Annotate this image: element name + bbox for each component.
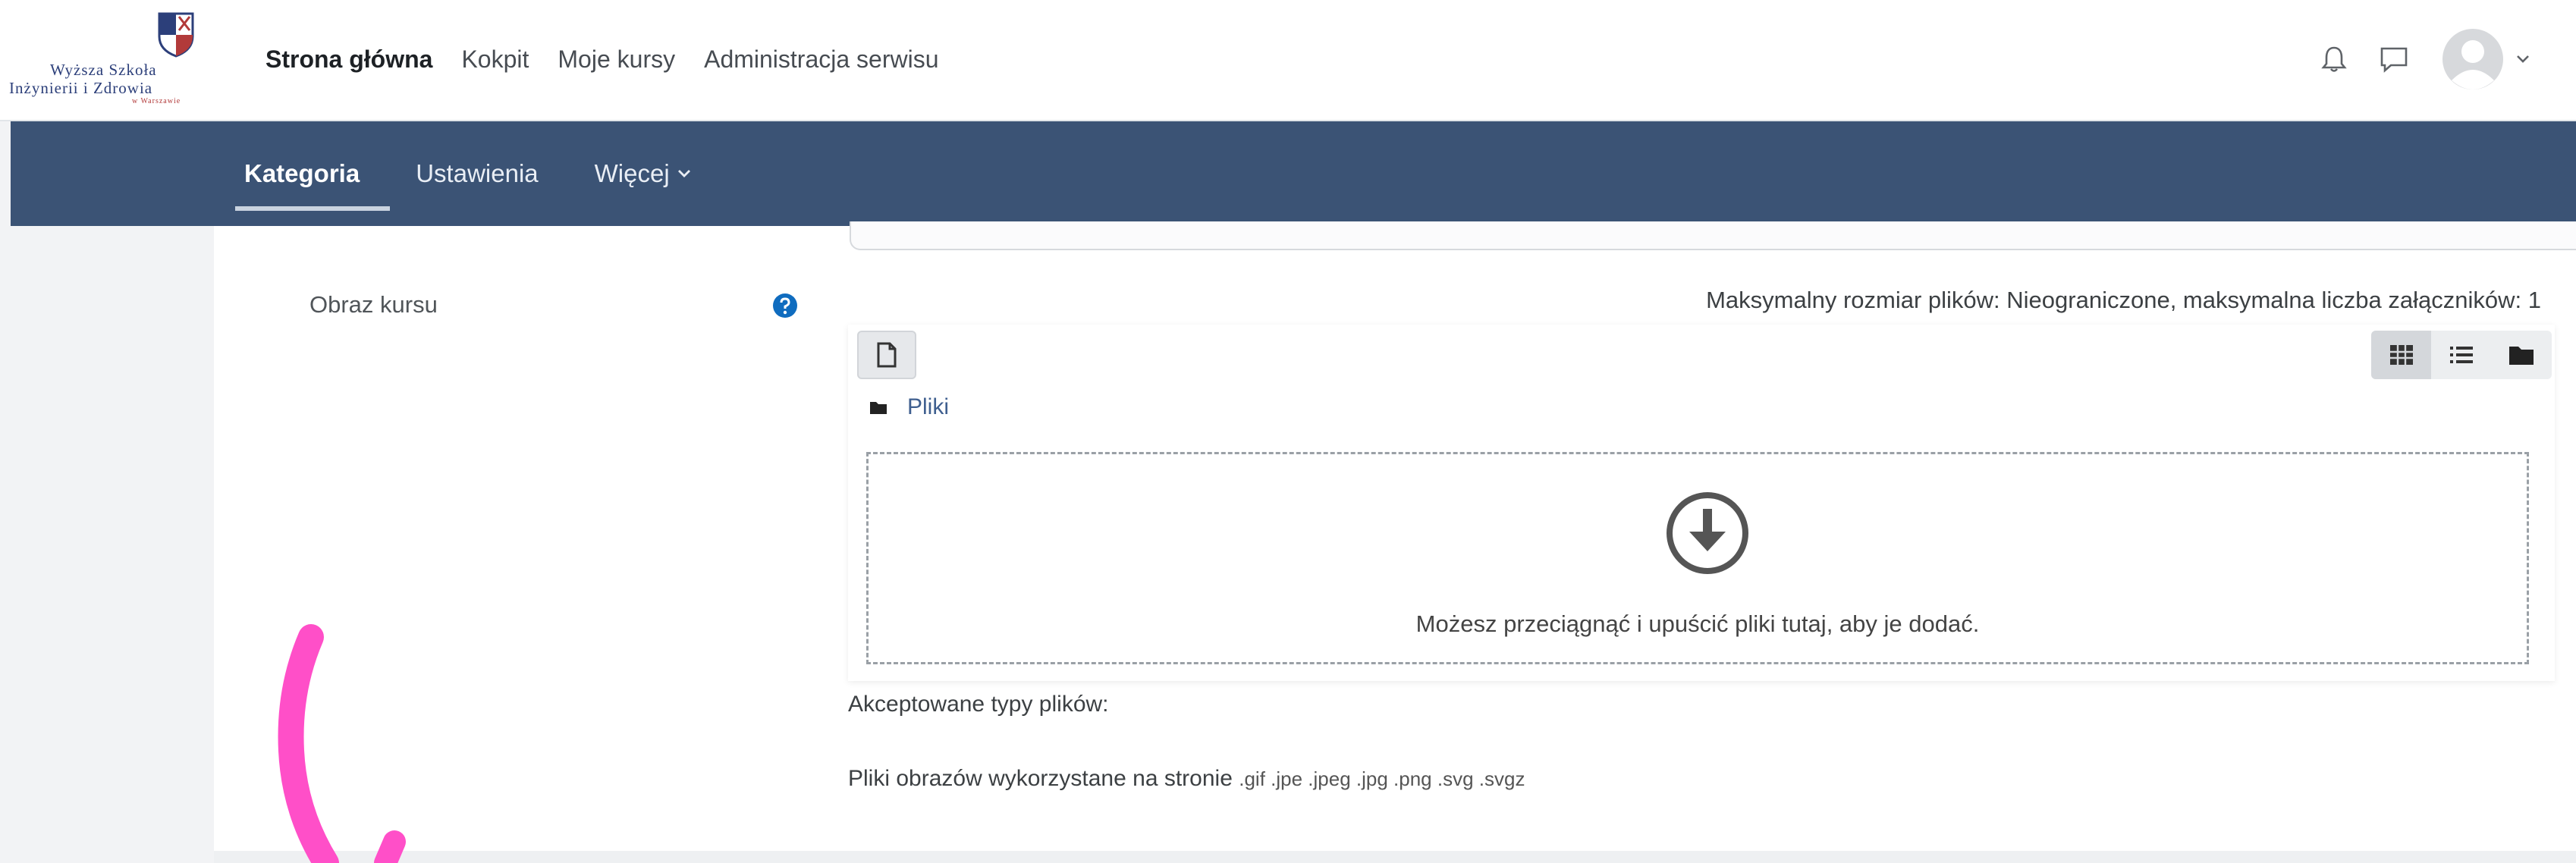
nav-home-link[interactable]: Strona główna [265,46,432,74]
file-picker-breadcrumb: Pliki [869,394,949,420]
nav-dashboard-link[interactable]: Kokpit [461,46,529,74]
tab-more[interactable]: Więcej [595,159,691,188]
nav-site-admin-link[interactable]: Administracja serwisu [704,46,938,74]
tab-category[interactable]: Kategoria [234,159,391,211]
view-mode-group [2371,331,2552,379]
file-dropzone[interactable]: Możesz przeciągnąć i upuścić pliki tutaj… [866,452,2529,664]
chevron-down-icon[interactable] [2515,54,2530,64]
folder-icon [870,402,887,414]
download-arrow-icon [1667,492,1748,574]
annotation-arrow-icon [278,624,406,863]
breadcrumb-files-link[interactable]: Pliki [907,394,949,420]
logo-text-line3: w Warszawie [132,97,181,105]
file-icon [877,342,897,368]
top-navbar: Wyższa Szkoła Inżynierii i Zdrowia w War… [0,0,2576,121]
add-file-button[interactable] [857,331,916,379]
file-picker: Pliki Możesz przeciągnąć i upuścić pliki… [848,325,2555,681]
chat-icon[interactable] [2379,46,2409,73]
accepted-types-label: Akceptowane typy plików: [848,692,1109,717]
grid-icon [2389,345,2413,365]
tab-settings[interactable]: Ustawienia [416,159,538,188]
view-grid-button[interactable] [2371,331,2432,379]
user-avatar[interactable] [2441,27,2505,91]
chevron-down-icon [677,170,690,177]
secondary-navigation: Kategoria Ustawienia Więcej [11,121,2576,226]
tab-settings-label: Ustawienia [416,159,539,187]
page-left-rail [0,226,214,863]
file-picker-toolbar [848,325,2555,384]
view-tree-button[interactable] [2492,331,2552,379]
max-file-size-info: Maksymalny rozmiar plików: Nieograniczon… [1706,287,2541,313]
previous-field-edge [850,221,2576,250]
question-circle-icon[interactable] [772,293,798,322]
crest-icon [158,12,194,58]
course-image-form-section: Obraz kursu Maksymalny rozmiar plików: N… [214,221,2576,863]
accepted-types-list: Pliki obrazów wykorzystane na stronie .g… [848,766,1525,792]
tab-more-label: Więcej [594,159,670,187]
view-list-button[interactable] [2431,331,2491,379]
dropzone-instructions: Możesz przeciągnąć i upuścić pliki tutaj… [1415,610,1980,637]
folder-icon [2509,347,2534,365]
section-divider [214,851,2576,863]
logo-text-line2: Inżynierii i Zdrowia [9,79,153,97]
logo-text-line1: Wyższa Szkoła [50,61,157,79]
site-logo[interactable]: Wyższa Szkoła Inżynierii i Zdrowia w War… [5,8,209,108]
primary-navigation: Strona główna Kokpit Moje kursy Administ… [265,0,968,118]
tab-category-label: Kategoria [244,159,360,187]
accepted-types-extensions: .gif .jpe .jpeg .jpg .png .svg .svgz [1239,767,1525,790]
field-label-course-image: Obraz kursu [309,291,438,318]
nav-my-courses-link[interactable]: Moje kursy [558,46,675,74]
list-icon [2449,347,2473,363]
accepted-types-description: Pliki obrazów wykorzystane na stronie [848,766,1233,791]
bell-icon[interactable] [2321,45,2347,74]
user-menu-area [2289,0,2530,118]
